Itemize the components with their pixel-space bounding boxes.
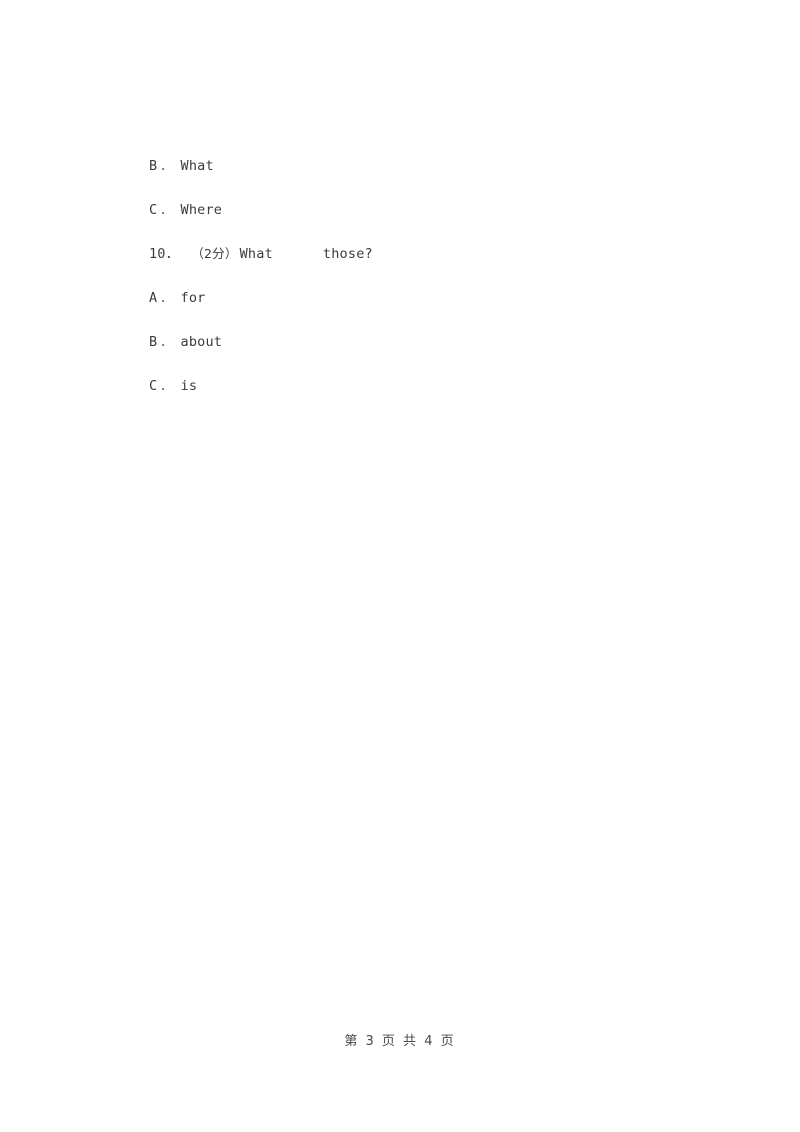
page-footer: 第 3 页 共 4 页 — [344, 1034, 456, 1049]
option-letter: B — [148, 334, 158, 350]
option-text: for — [180, 290, 206, 306]
option-text: What — [180, 158, 214, 174]
question-score: （2分） — [191, 246, 238, 261]
option-text: Where — [180, 202, 223, 218]
option-separator: ． — [160, 291, 173, 305]
option-letter: C — [148, 202, 158, 218]
answer-option-b-what[interactable]: B ． What — [99, 100, 709, 174]
question-stem-after-blank: those? — [322, 246, 373, 262]
option-text: about — [180, 334, 223, 350]
option-separator: ． — [160, 159, 173, 173]
option-text: is — [180, 378, 198, 394]
option-letter: A — [148, 290, 158, 306]
option-letter: C — [148, 378, 158, 394]
question-content: B ． What C ． Where 10． （2分） What those? A ． for B… — [99, 100, 709, 394]
option-separator: ． — [160, 203, 173, 217]
question-number: 10． — [148, 246, 180, 262]
question-stem-before-blank: What — [239, 246, 273, 262]
option-separator: ． — [160, 379, 173, 393]
option-letter: B — [148, 158, 158, 174]
option-separator: ． — [160, 335, 173, 349]
document-page: B ． What C ． Where 10． （2分） What those? A ． for B… — [0, 0, 800, 1132]
